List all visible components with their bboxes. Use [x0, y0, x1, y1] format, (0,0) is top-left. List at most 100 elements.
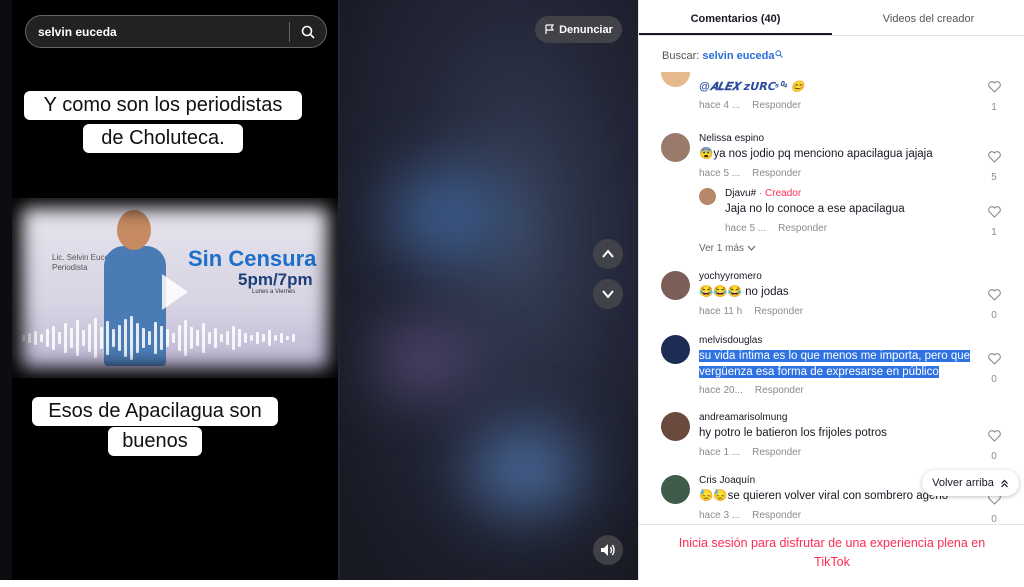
video-area: Lic. Selvin Euceda Periodista Sin Censur… [0, 0, 638, 580]
like-count: 0 [991, 310, 997, 321]
comment-username[interactable]: yochyyromero [699, 271, 762, 282]
comment-username[interactable]: Nelissa espino [699, 133, 764, 144]
chevron-down-icon [747, 245, 756, 251]
caption-top-line1: Y como son los periodistas [24, 91, 302, 120]
avatar[interactable] [661, 412, 690, 441]
comment-username[interactable]: Djavu# · Creador [725, 188, 801, 199]
avatar[interactable] [661, 475, 690, 504]
like-button[interactable]: 1 [986, 205, 1002, 238]
reply-username[interactable]: Djavu# [725, 188, 756, 199]
panel-search-line: Buscar: selvin euceda [662, 50, 783, 62]
reply-button[interactable]: Responder [755, 385, 804, 396]
avatar[interactable] [661, 335, 690, 364]
comment-username[interactable]: Cris Joaquín [699, 475, 755, 486]
avatar[interactable] [661, 133, 690, 162]
reply-button[interactable]: Responder [752, 510, 801, 521]
comment-username[interactable]: @𝑨𝑳𝑬𝑿 𝘇𝗨𝗥𝗖⁵⁰⁴ 😊 [699, 80, 805, 94]
reply-item: Djavu# · Creador Jaja no lo conoce a ese… [699, 188, 1011, 238]
comment-time: hace 3 ... [699, 510, 741, 521]
double-chevron-up-icon [1000, 479, 1008, 487]
comment-text: su vida íntima es lo que menos me import… [699, 349, 974, 381]
comment-time: hace 20... [699, 385, 743, 396]
like-button[interactable]: 0 [986, 288, 1002, 321]
heart-icon [987, 151, 1001, 163]
comment-meta: hace 3 ... Responder [699, 510, 801, 521]
tab-comments[interactable]: Comentarios (40) [639, 0, 832, 35]
search-icon [301, 25, 315, 39]
comment-item: andreamarisolmung hy potro le batieron l… [661, 412, 1011, 462]
like-button[interactable]: 1 [986, 80, 1002, 113]
volume-button[interactable] [593, 535, 623, 565]
avatar[interactable] [699, 188, 716, 205]
comment-meta: hace 5 ... Responder [725, 223, 827, 234]
comment-meta: hace 1 ... Responder [699, 447, 801, 458]
like-button[interactable]: 0 [986, 352, 1002, 385]
heart-icon [987, 206, 1001, 218]
like-count: 0 [991, 514, 997, 524]
reply-button[interactable]: Responder [754, 306, 803, 317]
blur-blob [380, 330, 470, 390]
view-more-label: Ver 1 más [699, 243, 745, 254]
heart-icon [987, 353, 1001, 365]
comment-text: 😨ya nos jodio pq menciono apacilagua jaj… [699, 148, 933, 160]
comment-text: hy potro le batieron los frijoles potros [699, 427, 887, 439]
comment-meta: hace 4 ... Responder [699, 100, 801, 111]
comment-time: hace 5 ... [725, 223, 767, 234]
report-button[interactable]: Denunciar [535, 16, 622, 43]
avatar[interactable] [661, 271, 690, 300]
blur-blob [390, 170, 510, 260]
caption-bottom-line1: Esos de Apacilagua son [32, 397, 278, 426]
like-count: 1 [991, 102, 997, 113]
tab-creator-videos[interactable]: Videos del creador [832, 0, 1024, 35]
comment-username[interactable]: melvisdouglas [699, 335, 762, 346]
comment-list[interactable]: @𝑨𝑳𝑬𝑿 𝘇𝗨𝗥𝗖⁵⁰⁴ 😊 hace 4 ... Responder 1 Ne… [639, 72, 1024, 524]
comment-meta: hace 5 ... Responder [699, 168, 801, 179]
panel-search-label: Buscar: [662, 50, 700, 62]
panel-tabs: Comentarios (40) Videos del creador [639, 0, 1024, 36]
creator-badge: · Creador [758, 188, 802, 199]
like-button[interactable]: 5 [986, 150, 1002, 183]
comment-time: hace 5 ... [699, 168, 741, 179]
heart-icon [987, 430, 1001, 442]
like-button[interactable]: 0 [986, 429, 1002, 462]
reply-button[interactable]: Responder [778, 223, 827, 234]
comment-time: hace 4 ... [699, 100, 741, 111]
video-search-box[interactable]: selvin euceda [25, 15, 327, 48]
heart-icon [987, 81, 1001, 93]
next-video-button[interactable] [593, 279, 623, 309]
blur-blob [470, 430, 580, 510]
comment-text: Jaja no lo conoce a ese apacilagua [725, 203, 905, 215]
comment-meta: hace 11 h Responder [699, 306, 803, 317]
search-button[interactable] [290, 15, 326, 48]
comment-item: Nelissa espino 😨ya nos jodio pq menciono… [661, 133, 1011, 183]
caption-bottom-line2: buenos [108, 427, 202, 456]
back-to-top-button[interactable]: Volver arriba [922, 470, 1019, 496]
comment-username[interactable]: andreamarisolmung [699, 412, 787, 423]
login-banner: Inicia sesión para disfrutar de una expe… [639, 524, 1024, 580]
avatar[interactable] [661, 72, 690, 87]
tiktok-page: Lic. Selvin Euceda Periodista Sin Censur… [0, 0, 1024, 587]
reply-button[interactable]: Responder [752, 168, 801, 179]
back-to-top-label: Volver arriba [932, 477, 994, 489]
video-search-input[interactable]: selvin euceda [26, 25, 289, 39]
login-prompt-link[interactable]: Inicia sesión para disfrutar de una expe… [667, 534, 997, 572]
previous-video-button[interactable] [593, 239, 623, 269]
comment-time: hace 11 h [699, 306, 743, 317]
chevron-up-icon [602, 249, 614, 258]
report-label: Denunciar [559, 23, 613, 36]
like-button[interactable]: 0 [986, 492, 1002, 524]
reply-button[interactable]: Responder [752, 447, 801, 458]
view-more-replies[interactable]: Ver 1 más [699, 243, 756, 254]
flag-icon [545, 24, 555, 34]
play-icon[interactable] [160, 272, 190, 312]
comment-text: 😂😂😂 no jodas [699, 286, 789, 298]
comment-item: melvisdouglas su vida íntima es lo que m… [661, 335, 1011, 397]
comment-item: yochyyromero 😂😂😂 no jodas hace 11 h Respo… [661, 271, 1011, 321]
speaker-icon [601, 544, 615, 556]
panel-search-link[interactable]: selvin euceda [702, 50, 774, 62]
like-count: 5 [991, 172, 997, 183]
like-count: 0 [991, 374, 997, 385]
comment-item: @𝑨𝑳𝑬𝑿 𝘇𝗨𝗥𝗖⁵⁰⁴ 😊 hace 4 ... Responder 1 [661, 72, 1011, 113]
reply-button[interactable]: Responder [752, 100, 801, 111]
heart-icon [987, 289, 1001, 301]
